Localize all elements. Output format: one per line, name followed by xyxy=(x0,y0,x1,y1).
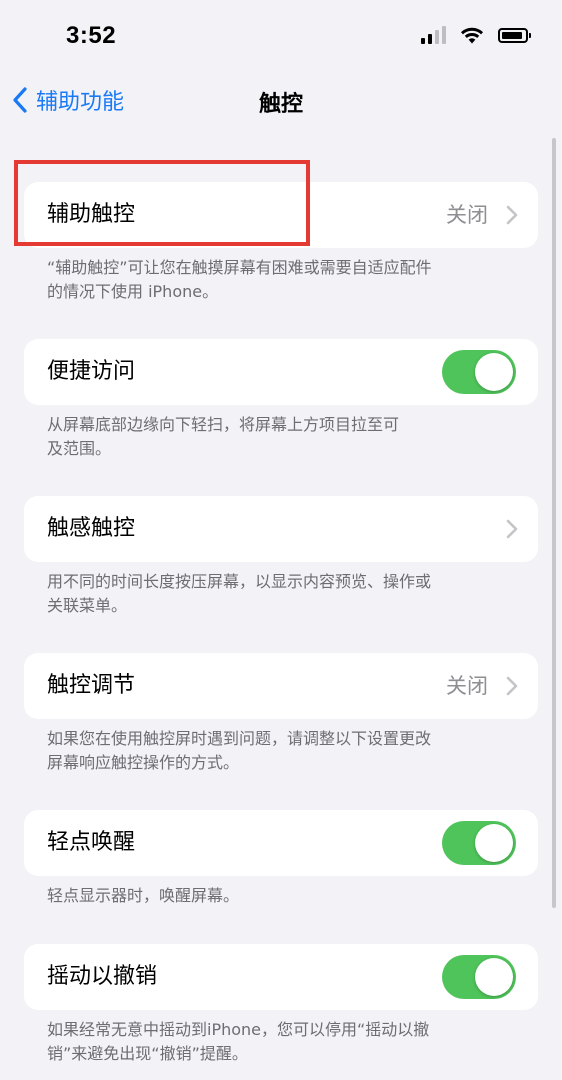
reachability-cell: 便捷访问 xyxy=(24,339,538,405)
status-time: 3:52 xyxy=(66,22,117,49)
toggle-knob xyxy=(475,958,513,996)
scroll-indicator[interactable] xyxy=(552,138,556,908)
haptic-touch-label: 触感触控 xyxy=(47,516,136,541)
haptic-touch-footer: 用不同的时间长度按压屏幕，以显示内容预览、操作或 关联菜单。 xyxy=(47,572,432,615)
tap-to-wake-toggle[interactable] xyxy=(442,821,516,865)
reachability-label: 便捷访问 xyxy=(47,359,136,384)
touch-accommodations-value: 关闭 xyxy=(446,674,488,698)
battery-icon xyxy=(498,27,531,43)
shake-to-undo-toggle[interactable] xyxy=(442,955,516,999)
assistive-touch-footer: “辅助触控”可让您在触摸屏幕有困难或需要自适应配件 的情况下使用 iPhone。 xyxy=(47,258,432,301)
reachability-toggle[interactable] xyxy=(442,350,516,394)
touch-accommodations-cell[interactable]: 触控调节 关闭 xyxy=(24,653,538,719)
touch-accommodations-label: 触控调节 xyxy=(47,673,136,698)
tap-to-wake-label: 轻点唤醒 xyxy=(47,830,136,855)
tap-to-wake-cell: 轻点唤醒 xyxy=(24,810,538,876)
toggle-knob xyxy=(475,353,513,391)
page-title: 触控 xyxy=(258,92,303,117)
assistive-touch-value: 关闭 xyxy=(446,203,488,227)
chevron-right-icon xyxy=(506,519,518,539)
chevron-right-icon xyxy=(506,676,518,696)
reachability-footer: 从屏幕底部边缘向下轻扫，将屏幕上方项目拉至可 及范围。 xyxy=(47,415,400,458)
chevron-right-icon xyxy=(506,205,518,225)
cellular-signal-icon xyxy=(421,26,446,44)
highlight-annotation-box xyxy=(14,160,310,246)
tap-to-wake-footer: 轻点显示器时，唤醒屏幕。 xyxy=(47,886,240,905)
shake-to-undo-label: 摇动以撤销 xyxy=(47,964,158,989)
navigation-bar: 辅助功能 触控 xyxy=(0,74,562,126)
shake-to-undo-cell: 摇动以撤销 xyxy=(24,944,538,1010)
touch-accommodations-footer: 如果您在使用触控屏时遇到问题，请调整以下设置更改 屏幕响应触控操作的方式。 xyxy=(47,729,432,772)
status-bar: 3:52 xyxy=(0,0,562,74)
wifi-icon xyxy=(461,27,483,44)
haptic-touch-cell[interactable]: 触感触控 xyxy=(24,496,538,562)
status-icons xyxy=(421,26,531,44)
shake-to-undo-footer: 如果经常无意中摇动到iPhone，您可以停用“摇动以撤 销”来避免出现“撤销”提… xyxy=(47,1020,430,1063)
toggle-knob xyxy=(475,824,513,862)
